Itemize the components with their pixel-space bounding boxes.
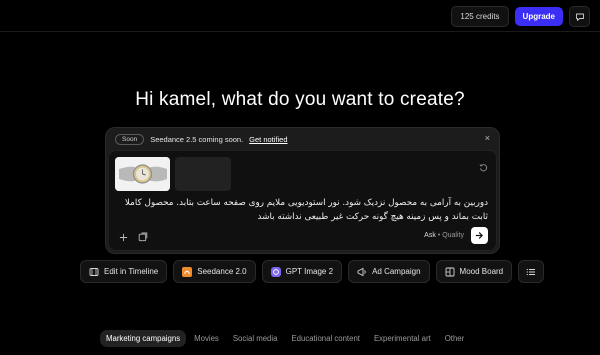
quick-actions: Edit in Timeline Seedance 2.0 GPT Image … xyxy=(80,260,545,283)
attachment-icon[interactable] xyxy=(138,232,148,242)
upgrade-button[interactable]: Upgrade xyxy=(514,7,563,26)
composer: Soon Seedance 2.5 coming soon. Get notif… xyxy=(105,127,500,254)
tab-other[interactable]: Other xyxy=(439,330,471,347)
ad-icon xyxy=(357,267,367,277)
seedance-icon xyxy=(182,266,193,277)
watch-image xyxy=(115,157,170,191)
tab-educational-content[interactable]: Educational content xyxy=(285,330,366,347)
edit-in-timeline-button[interactable]: Edit in Timeline xyxy=(80,260,168,283)
arrow-right-icon xyxy=(475,232,483,239)
board-icon xyxy=(445,267,455,277)
tab-marketing-campaigns[interactable]: Marketing campaigns xyxy=(100,330,187,347)
chip-label: Edit in Timeline xyxy=(104,267,159,276)
image-placeholder[interactable] xyxy=(175,157,231,191)
tab-social-media[interactable]: Social media xyxy=(227,330,284,347)
plus-icon[interactable] xyxy=(119,233,128,242)
get-notified-link[interactable]: Get notified xyxy=(249,135,287,144)
mood-board-button[interactable]: Mood Board xyxy=(435,260,513,283)
announcement-text: Seedance 2.5 coming soon. xyxy=(150,134,244,144)
reference-image-watch[interactable] xyxy=(115,157,170,191)
category-tabs: Marketing campaigns Movies Social media … xyxy=(100,330,470,347)
ask-label: Ask xyxy=(424,232,436,239)
prompt-text[interactable]: دوربین به آرامی به محصول نزدیک شود. نور … xyxy=(117,196,488,224)
reset-icon[interactable] xyxy=(479,159,488,177)
gpt-icon xyxy=(270,266,281,277)
quality-label: Quality xyxy=(442,232,464,239)
chat-button[interactable] xyxy=(569,6,590,27)
gpt-image-button[interactable]: GPT Image 2 xyxy=(261,260,343,283)
top-bar: 125 credits Upgrade xyxy=(451,6,590,27)
film-icon xyxy=(89,267,99,277)
close-icon[interactable]: × xyxy=(485,133,490,143)
announcement-banner: Soon Seedance 2.5 coming soon. Get notif… xyxy=(106,128,499,150)
mode-selector[interactable]: Ask • Quality xyxy=(424,232,464,239)
list-icon xyxy=(526,268,536,275)
header-divider xyxy=(0,31,600,32)
chip-label: Seedance 2.0 xyxy=(197,267,247,276)
seedance-button[interactable]: Seedance 2.0 xyxy=(173,260,256,283)
ad-campaign-button[interactable]: Ad Campaign xyxy=(348,260,430,283)
chip-label: Ad Campaign xyxy=(372,267,421,276)
prompt-editor[interactable]: دوربین به آرامی به محصول نزدیک شود. نور … xyxy=(108,150,497,251)
chip-label: Mood Board xyxy=(459,267,504,276)
tab-movies[interactable]: Movies xyxy=(188,330,225,347)
chat-bubble-icon xyxy=(575,13,584,21)
separator-dot: • xyxy=(437,232,441,239)
credits-counter[interactable]: 125 credits xyxy=(451,6,509,27)
editor-tools xyxy=(119,232,148,242)
tab-experimental-art[interactable]: Experimental art xyxy=(368,330,437,347)
send-button[interactable] xyxy=(471,227,488,244)
page-title: Hi kamel, what do you want to create? xyxy=(135,89,465,110)
chip-label: GPT Image 2 xyxy=(285,267,334,276)
soon-badge: Soon xyxy=(115,133,145,145)
more-actions-button[interactable] xyxy=(518,260,545,283)
